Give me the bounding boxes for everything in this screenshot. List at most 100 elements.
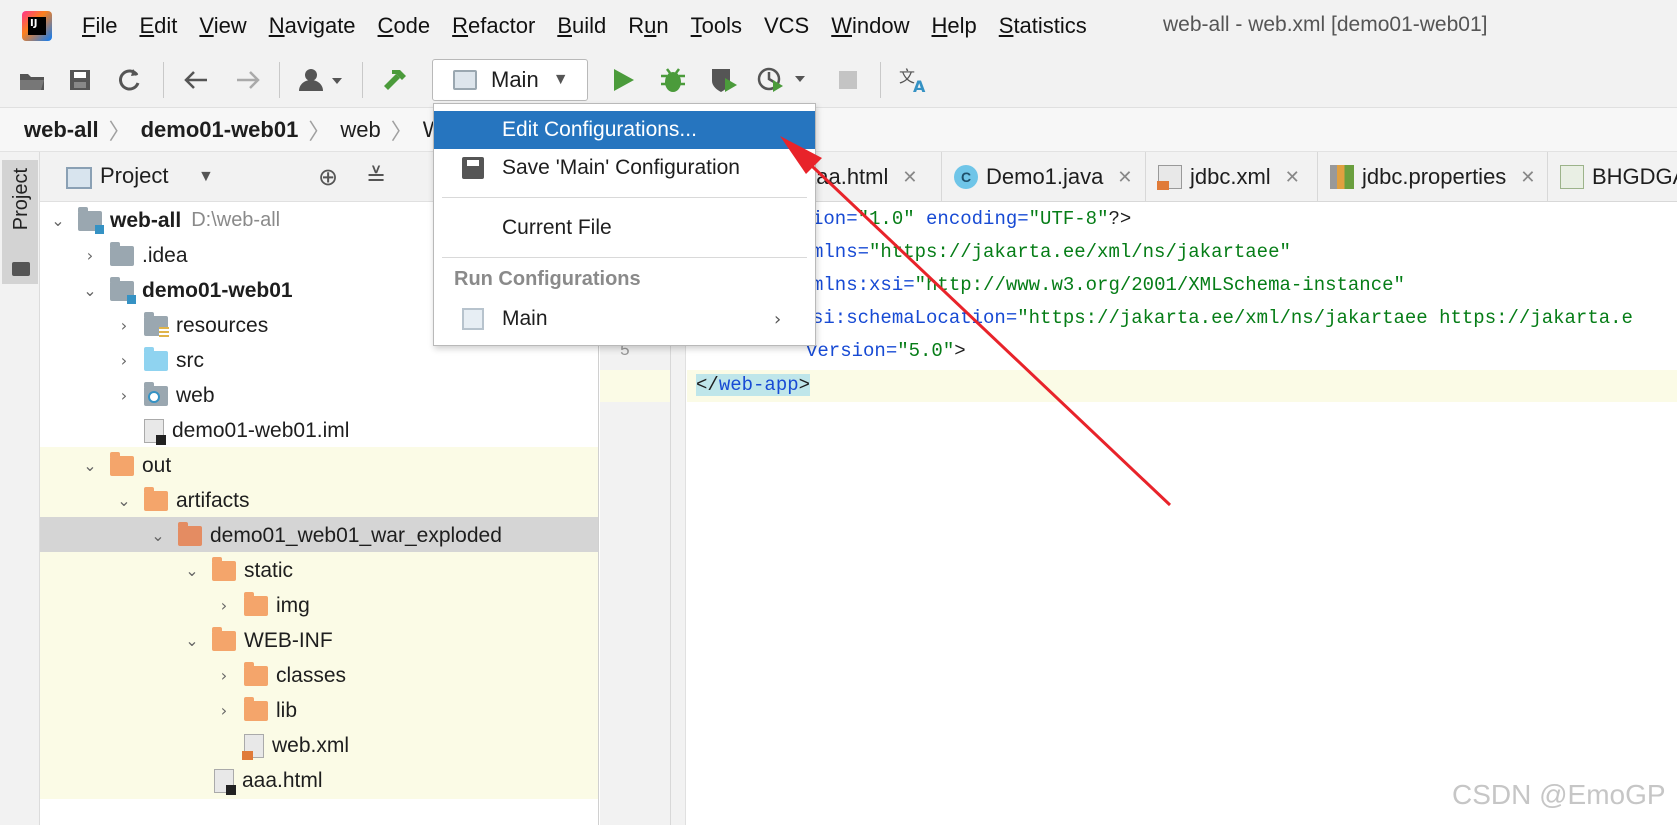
collapse-all-icon[interactable]: ≚ bbox=[366, 163, 386, 191]
chevron-right-icon[interactable]: › bbox=[114, 351, 134, 370]
run-configuration-selector[interactable]: Main ▼ bbox=[432, 59, 588, 101]
build-hammer-icon[interactable] bbox=[378, 64, 410, 96]
chevron-down-icon[interactable]: ⌄ bbox=[48, 211, 68, 230]
open-folder-icon[interactable] bbox=[16, 64, 48, 96]
html-file-icon bbox=[214, 768, 236, 795]
tree-row-web-xml[interactable]: web.xml bbox=[40, 727, 598, 764]
tree-label: resources bbox=[176, 313, 269, 337]
profiler-icon[interactable] bbox=[757, 64, 811, 96]
debug-icon[interactable] bbox=[657, 64, 689, 96]
translate-icon[interactable]: 文A bbox=[898, 64, 930, 96]
save-icon bbox=[462, 157, 484, 179]
chevron-down-icon[interactable]: ⌄ bbox=[114, 491, 134, 510]
menu-edit[interactable]: Edit bbox=[139, 13, 177, 39]
menu-help[interactable]: Help bbox=[932, 13, 977, 39]
tree-row-static[interactable]: ⌄ static bbox=[40, 552, 598, 589]
module-folder-icon bbox=[78, 206, 104, 234]
menu-view[interactable]: View bbox=[199, 13, 246, 39]
coverage-icon[interactable] bbox=[708, 64, 740, 96]
excluded-folder-icon bbox=[244, 661, 268, 686]
project-view-selector[interactable]: Project bbox=[100, 163, 168, 189]
tree-path: D:\web-all bbox=[191, 209, 281, 231]
tree-row-iml[interactable]: demo01-web01.iml bbox=[40, 412, 598, 449]
chevron-right-icon[interactable]: › bbox=[80, 246, 100, 265]
menu-item-edit-configurations[interactable]: Edit Configurations... bbox=[434, 111, 815, 149]
tree-label: img bbox=[276, 593, 310, 617]
chevron-down-icon: ▼ bbox=[552, 71, 569, 88]
tab-label: jdbc.xml bbox=[1190, 164, 1271, 189]
toolbar-separator bbox=[279, 62, 280, 98]
menu-code[interactable]: Code bbox=[378, 13, 431, 39]
breadcrumb-item-demo01-web01[interactable]: demo01-web01 bbox=[141, 117, 299, 143]
tree-label: static bbox=[244, 558, 294, 582]
user-icon[interactable] bbox=[296, 64, 346, 96]
tab-label: BHGDGA bbox=[1592, 164, 1677, 189]
tab-jdbc-xml[interactable]: jdbc.xml ✕ bbox=[1146, 152, 1318, 202]
chevron-right-icon[interactable]: › bbox=[114, 386, 134, 405]
close-icon[interactable]: ✕ bbox=[1285, 167, 1300, 188]
tree-row-aaa-html[interactable]: aaa.html bbox=[40, 762, 598, 799]
tree-row-web-inf[interactable]: ⌄ WEB-INF bbox=[40, 622, 598, 659]
chevron-down-icon[interactable]: ⌄ bbox=[182, 561, 202, 580]
menu-vcs[interactable]: VCS bbox=[764, 13, 809, 39]
tree-row-lib[interactable]: › lib bbox=[40, 692, 598, 729]
tree-row-classes[interactable]: › classes bbox=[40, 657, 598, 694]
tab-label: aaa.html bbox=[804, 164, 889, 189]
chevron-right-icon[interactable]: › bbox=[214, 666, 234, 685]
close-icon[interactable]: ✕ bbox=[1117, 167, 1132, 188]
project-view-icon bbox=[66, 167, 92, 189]
locate-crosshair-icon[interactable]: ⊕ bbox=[318, 163, 338, 191]
stop-icon[interactable] bbox=[832, 64, 864, 96]
configuration-icon bbox=[453, 70, 477, 90]
code-line-1: ion="1.0" encoding="UTF-8"?> bbox=[812, 208, 1132, 230]
sync-icon[interactable] bbox=[113, 64, 145, 96]
menu-item-save-configuration[interactable]: Save 'Main' Configuration bbox=[434, 149, 815, 187]
chevron-down-icon[interactable]: ▼ bbox=[198, 168, 214, 186]
forward-arrow-icon[interactable] bbox=[232, 64, 264, 96]
menu-statistics[interactable]: Statistics bbox=[999, 13, 1087, 39]
code-line-4: si:schemaLocation="https://jakarta.ee/xm… bbox=[812, 307, 1633, 329]
chevron-right-icon: 〉 bbox=[390, 118, 413, 144]
menu-item-main[interactable]: Main › bbox=[434, 300, 815, 338]
tree-row-out[interactable]: ⌄ out bbox=[40, 447, 598, 484]
breadcrumb-item-web[interactable]: web bbox=[340, 117, 380, 143]
tree-row-artifacts[interactable]: ⌄ artifacts bbox=[40, 482, 598, 519]
save-icon[interactable] bbox=[64, 64, 96, 96]
menu-window[interactable]: Window bbox=[831, 13, 909, 39]
chevron-right-icon[interactable]: › bbox=[214, 596, 234, 615]
chevron-down-icon[interactable]: ⌄ bbox=[148, 526, 168, 545]
tab-demo1-java[interactable]: C Demo1.java ✕ bbox=[942, 152, 1146, 202]
menu-refactor[interactable]: Refactor bbox=[452, 13, 535, 39]
folder-icon bbox=[110, 241, 134, 266]
tab-bhgdga[interactable]: BHGDGA bbox=[1548, 152, 1677, 202]
chevron-right-icon[interactable]: › bbox=[214, 701, 234, 720]
menu-run[interactable]: Run bbox=[628, 13, 668, 39]
breadcrumb-item-web-all[interactable]: web-all bbox=[24, 117, 99, 143]
menu-item-label: Current File bbox=[502, 216, 612, 239]
close-icon[interactable]: ✕ bbox=[902, 167, 917, 188]
tab-jdbc-properties[interactable]: jdbc.properties ✕ bbox=[1318, 152, 1548, 202]
run-icon[interactable] bbox=[607, 64, 639, 96]
menu-file[interactable]: File bbox=[82, 13, 117, 39]
tree-label: demo01_web01_war_exploded bbox=[210, 523, 502, 547]
back-arrow-icon[interactable] bbox=[180, 64, 212, 96]
menu-tools[interactable]: Tools bbox=[691, 13, 742, 39]
tree-row-war-exploded[interactable]: ⌄ demo01_web01_war_exploded bbox=[40, 517, 598, 554]
tree-row-src[interactable]: › src bbox=[40, 342, 598, 379]
project-tool-window-button[interactable]: Project bbox=[2, 160, 38, 284]
excluded-folder-icon bbox=[144, 486, 168, 511]
tab-aaa-html[interactable]: aaa.html ✕ bbox=[804, 152, 942, 202]
menu-build[interactable]: Build bbox=[557, 13, 606, 39]
tree-row-web[interactable]: › web bbox=[40, 377, 598, 414]
close-icon[interactable]: ✕ bbox=[1520, 167, 1535, 188]
chevron-right-icon[interactable]: › bbox=[114, 316, 134, 335]
tree-label: web.xml bbox=[272, 733, 350, 757]
image-file-icon bbox=[1560, 165, 1584, 189]
tree-row-img[interactable]: › img bbox=[40, 587, 598, 624]
chevron-down-icon[interactable]: ⌄ bbox=[80, 281, 100, 300]
menu-navigate[interactable]: Navigate bbox=[269, 13, 356, 39]
chevron-down-icon[interactable]: ⌄ bbox=[182, 631, 202, 650]
chevron-down-icon[interactable]: ⌄ bbox=[80, 456, 100, 475]
tree-label: web bbox=[176, 383, 215, 407]
menu-item-current-file[interactable]: Current File bbox=[434, 209, 815, 247]
